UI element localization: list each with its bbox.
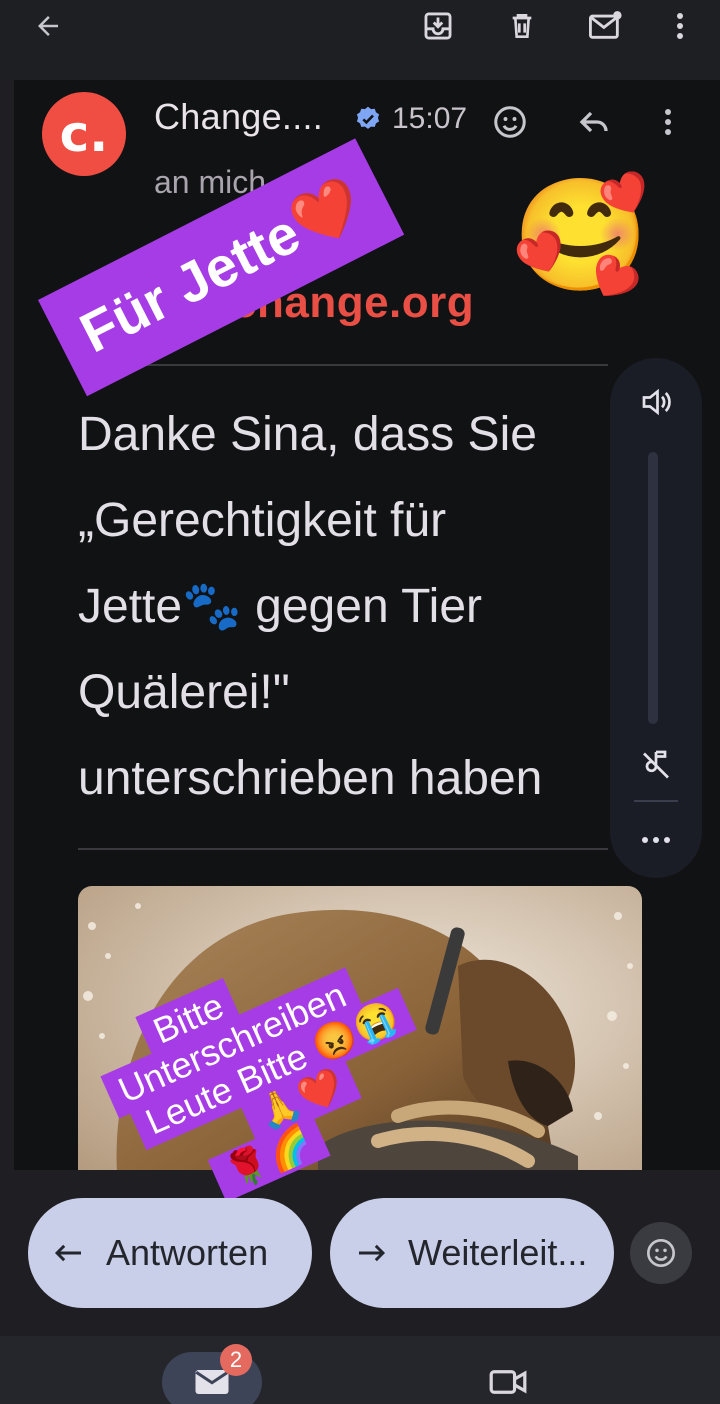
trash-icon [512, 14, 532, 38]
delete-button[interactable] [498, 2, 546, 50]
avatar[interactable]: c. [42, 92, 126, 176]
body-line: unterschrieben haben [78, 752, 543, 805]
more-options-button[interactable] [656, 2, 704, 50]
hug-emoji-sticker: 🥰 [512, 171, 649, 299]
music-off-icon [643, 750, 669, 779]
body-line: Quälerei!" [78, 666, 290, 719]
reply-button[interactable] [574, 102, 614, 142]
archive-button[interactable] [414, 2, 462, 50]
video-camera-icon [489, 1370, 527, 1394]
bottom-navigation [0, 1336, 720, 1404]
mark-unread-button[interactable] [582, 2, 630, 50]
sender-name[interactable]: Change.... [154, 96, 323, 138]
forward-icon [359, 1244, 386, 1262]
rail-more-button[interactable] [634, 818, 678, 862]
back-button[interactable] [24, 2, 72, 50]
more-horizontal-icon [642, 837, 670, 843]
music-off-button[interactable] [634, 742, 678, 786]
nav-meet-tab[interactable] [486, 1360, 530, 1404]
divider [78, 848, 608, 850]
mail-icon [195, 1370, 229, 1394]
smiley-icon [647, 1239, 675, 1267]
message-more-button[interactable] [648, 102, 688, 142]
emoji-reaction-button[interactable] [630, 1222, 692, 1284]
reply-icon [579, 111, 608, 133]
mail-count-badge: 2 [220, 1344, 252, 1376]
mark-unread-icon [589, 11, 622, 39]
timestamp: 15:07 [392, 102, 468, 135]
forward-pill-button[interactable]: Weiterleit... [330, 1198, 614, 1308]
body-line: „Gerechtigkeit für [78, 494, 447, 547]
reply-pill-button[interactable]: Antworten [28, 1198, 312, 1308]
rail-divider [634, 800, 678, 802]
verified-badge-icon [356, 106, 380, 129]
read-aloud-panel [610, 358, 702, 878]
body-line: Jette🐾 gegen Tier [78, 580, 482, 633]
more-vertical-icon [665, 109, 671, 135]
body-line: Danke Sina, dass Sie [78, 408, 537, 461]
forward-label: Weiterleit... [408, 1232, 588, 1273]
reply-icon [54, 1244, 81, 1262]
emoji-react-button[interactable] [490, 102, 530, 142]
smiley-icon [494, 106, 526, 138]
volume-button[interactable] [634, 380, 678, 424]
archive-icon [424, 12, 452, 40]
reply-label: Antworten [106, 1232, 269, 1273]
divider [78, 364, 608, 366]
top-app-bar [0, 0, 720, 80]
volume-icon [642, 388, 671, 416]
volume-slider-track[interactable] [648, 452, 658, 724]
arrow-left-icon [38, 16, 58, 36]
email-body-text: Danke Sina, dass Sie „Gerechtigkeit für … [78, 392, 638, 822]
more-vertical-icon [677, 13, 683, 39]
